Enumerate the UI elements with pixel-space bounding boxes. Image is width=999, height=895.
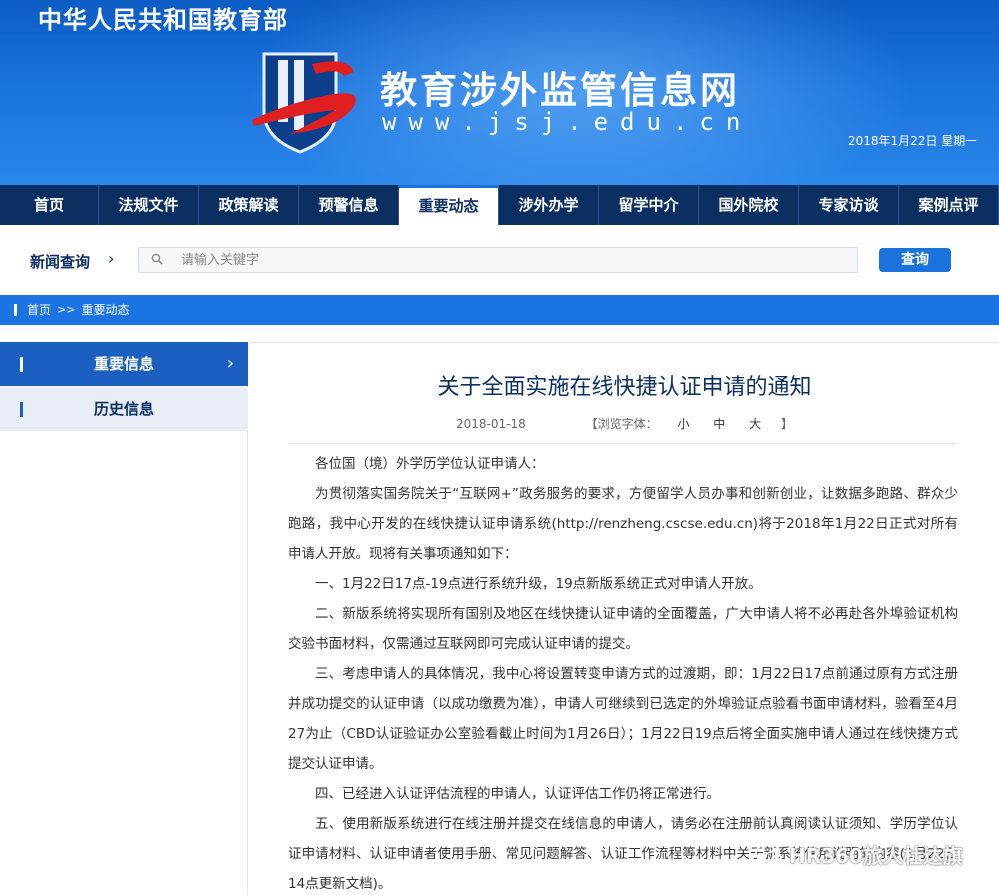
ministry-name: 中华人民共和国教育部: [38, 6, 288, 34]
breadcrumb-marker: [14, 304, 17, 316]
search-button[interactable]: 查询: [879, 248, 951, 272]
sidebar-item-label: 历史信息: [93, 400, 154, 418]
site-logo: [252, 52, 356, 154]
nav-item-agencies[interactable]: 留学中介: [599, 185, 699, 225]
sidebar-marker: [20, 402, 23, 417]
font-large-button[interactable]: 大: [749, 417, 761, 431]
sidebar: 重要信息 › 历史信息: [0, 342, 248, 895]
chevron-right-icon: ›: [108, 249, 115, 268]
header-banner: 中华人民共和国教育部 教育涉外监管信息网 www.jsj.edu.cn 2018…: [0, 0, 999, 185]
nav-item-policy[interactable]: 政策解读: [199, 185, 299, 225]
nav-item-cases[interactable]: 案例点评: [899, 185, 999, 225]
watermark: HR360旅人杜达旗: [755, 840, 963, 869]
nav-item-overseas-colleges[interactable]: 国外院校: [699, 185, 799, 225]
search-input[interactable]: [181, 248, 851, 272]
search-label: 新闻查询: [30, 253, 91, 271]
wechat-icon: [755, 843, 782, 865]
article-date: 2018-01-18: [456, 417, 526, 431]
sidebar-marker: [20, 357, 23, 372]
breadcrumb-separator: >>: [57, 303, 76, 316]
nav-item-regulations[interactable]: 法规文件: [99, 185, 199, 225]
divider: [288, 443, 956, 444]
current-date: 2018年1月22日 星期一: [848, 134, 978, 148]
font-size-close: 】: [780, 417, 793, 431]
watermark-text: HR360旅人杜达旗: [789, 844, 963, 868]
search-icon: [151, 253, 163, 265]
nav-item-home[interactable]: 首页: [0, 185, 99, 225]
article: 关于全面实施在线快捷认证申请的通知 2018-01-18 【浏览字体： 小 中 …: [250, 342, 999, 895]
article-paragraph: 二、新版系统将实现所有国别及地区在线快捷认证申请的全面覆盖，广大申请人将不必再赴…: [288, 606, 958, 652]
sidebar-item-important[interactable]: 重要信息 ›: [0, 342, 248, 386]
article-paragraph: 三、考虑申请人的具体情况，我中心将设置转变申请方式的过渡期，即：1月22日17点…: [288, 666, 958, 772]
breadcrumb: 首页 >> 重要动态: [0, 295, 999, 325]
search-box: [138, 247, 858, 273]
nav-item-news[interactable]: 重要动态: [399, 185, 499, 225]
breadcrumb-current[interactable]: 重要动态: [81, 295, 129, 325]
site-url: www.jsj.edu.cn: [382, 108, 753, 136]
article-body: 各位国（境）外学历学位认证申请人： 为贯彻落实国务院关于“互联网+”政务服务的要…: [288, 449, 958, 895]
article-title: 关于全面实施在线快捷认证申请的通知: [437, 375, 812, 400]
nav-item-interviews[interactable]: 专家访谈: [799, 185, 899, 225]
font-small-button[interactable]: 小: [677, 417, 689, 431]
article-paragraph: 为贯彻落实国务院关于“互联网+”政务服务的要求，方便留学人员办事和创新创业，让数…: [288, 486, 958, 562]
font-size-label: 【浏览字体：: [585, 417, 658, 431]
chevron-right-icon: ›: [226, 353, 234, 374]
breadcrumb-home[interactable]: 首页: [27, 295, 51, 325]
nav-item-warnings[interactable]: 预警信息: [299, 185, 399, 225]
article-paragraph: 一、1月22日17点-19点进行系统升级，19点新版系统正式对申请人开放。: [315, 576, 762, 592]
site-title: 教育涉外监管信息网: [380, 69, 740, 112]
sidebar-item-label: 重要信息: [93, 355, 154, 373]
main-nav: 首页 法规文件 政策解读 预警信息 重要动态 涉外办学 留学中介 国外院校 专家…: [0, 185, 999, 225]
nav-item-foreign-schools[interactable]: 涉外办学: [499, 185, 599, 225]
news-search-bar: 新闻查询 › 查询: [0, 225, 999, 295]
sidebar-item-history[interactable]: 历史信息: [0, 387, 248, 431]
font-medium-button[interactable]: 中: [713, 417, 725, 431]
article-paragraph: 各位国（境）外学历学位认证申请人：: [315, 456, 545, 472]
article-meta: 2018-01-18 【浏览字体： 小 中 大 】: [250, 415, 999, 432]
article-paragraph: 四、已经进入认证评估流程的申请人，认证评估工作仍将正常进行。: [315, 786, 720, 802]
